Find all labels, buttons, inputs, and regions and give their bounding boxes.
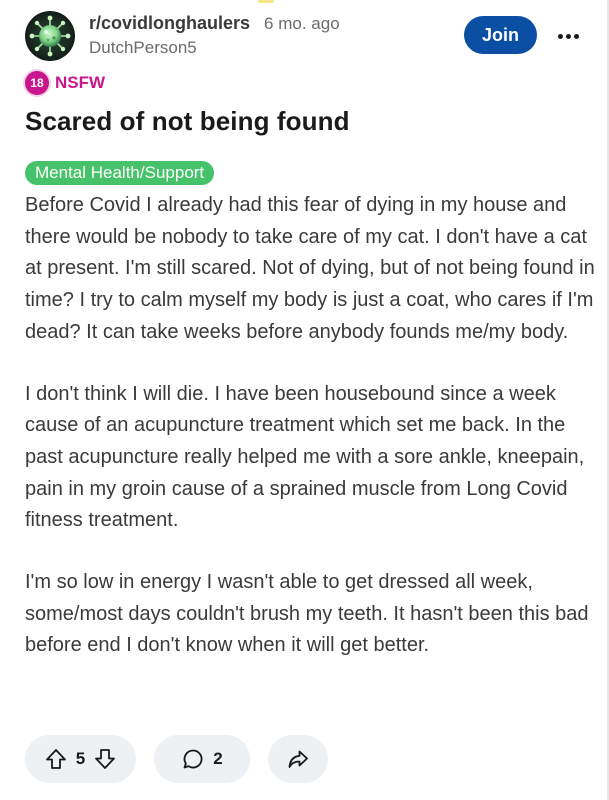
virus-icon	[25, 11, 75, 61]
body-paragraph: I'm so low in energy I wasn't able to ge…	[25, 571, 589, 657]
top-scroll-highlight	[258, 0, 274, 3]
post-title: Scared of not being found	[25, 106, 350, 136]
subreddit-name[interactable]: r/covidlonghaulers	[89, 13, 250, 34]
join-button[interactable]: Join	[464, 16, 537, 54]
share-button[interactable]	[268, 735, 328, 783]
vote-count: 5	[75, 749, 86, 768]
author-name[interactable]: DutchPerson5	[89, 38, 340, 58]
comment-count: 2	[213, 749, 223, 768]
nsfw-18-icon: 18	[25, 71, 49, 95]
post-page: r/covidlonghaulers 6 mo. ago DutchPerson…	[0, 0, 609, 800]
upvote-arrow-icon[interactable]	[44, 747, 68, 771]
post-body: Before Covid I already had this fear of …	[25, 190, 595, 692]
more-dots-icon	[557, 33, 563, 39]
nsfw-tag: 18 NSFW	[25, 71, 105, 95]
post-flair[interactable]: Mental Health/Support	[25, 161, 215, 185]
body-paragraph: Before Covid I already had this fear of …	[25, 194, 595, 343]
action-bar: 5 2	[25, 735, 328, 783]
share-arrow-icon	[288, 750, 308, 768]
body-paragraph: I don't think I will die. I have been ho…	[25, 382, 585, 532]
more-options-button[interactable]	[554, 26, 582, 46]
post-meta: r/covidlonghaulers 6 mo. ago DutchPerson…	[89, 13, 340, 58]
downvote-arrow-icon[interactable]	[93, 747, 117, 771]
nsfw-label: NSFW	[55, 73, 106, 92]
subreddit-avatar[interactable]	[25, 11, 75, 61]
vote-control: 5	[25, 735, 136, 783]
post-age: 6 mo. ago	[264, 14, 340, 33]
comment-bubble-icon	[183, 749, 203, 769]
post-header: r/covidlonghaulers 6 mo. ago DutchPerson…	[25, 11, 585, 61]
comments-button[interactable]: 2	[154, 735, 250, 783]
